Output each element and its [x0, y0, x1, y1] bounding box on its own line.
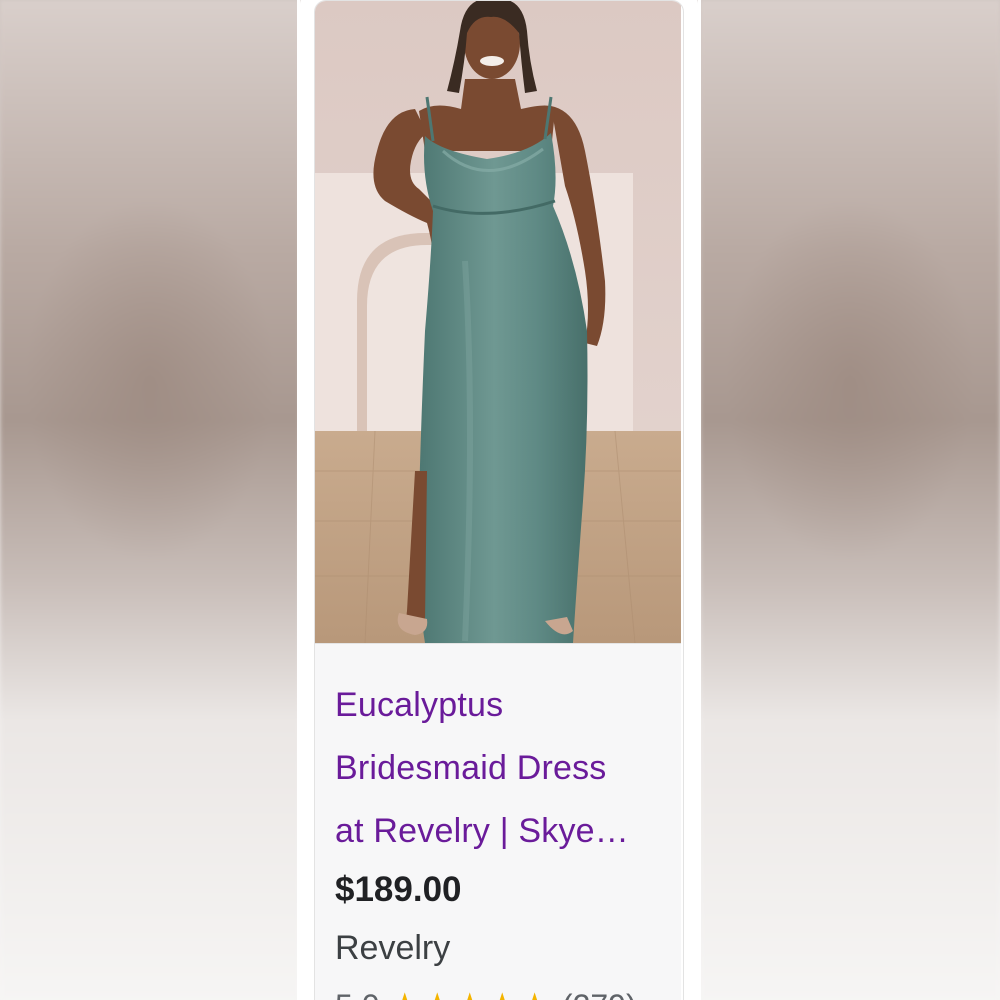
seller-name: Revelry [335, 929, 451, 967]
product-card-inner[interactable]: Eucalyptus Bridesmaid Dress at Revelry |… [314, 0, 684, 1000]
product-card[interactable]: Eucalyptus Bridesmaid Dress at Revelry |… [300, 0, 698, 1000]
rating-value: 5.0 [335, 988, 379, 1000]
product-image[interactable] [315, 1, 681, 643]
screen: Eucalyptus Bridesmaid Dress at Revelry |… [0, 0, 1000, 1000]
star-icon: ★ [422, 987, 454, 1000]
rating-count: (279) [562, 988, 637, 1000]
star-icon: ★ [487, 987, 519, 1000]
product-price: $189.00 [335, 870, 462, 909]
product-info: Eucalyptus Bridesmaid Dress at Revelry |… [315, 643, 681, 1000]
rating-row: 5.0 ★★★★★ (279) [335, 986, 637, 1000]
star-icon: ★ [519, 987, 551, 1000]
card-gap-right [698, 0, 701, 1000]
product-title-link[interactable]: Eucalyptus Bridesmaid Dress at Revelry |… [335, 674, 665, 863]
dress-photo-illustration [315, 1, 681, 643]
blurred-backdrop-right [700, 0, 1000, 1000]
product-title-line[interactable]: Eucalyptus [335, 674, 665, 737]
card-gap-left [297, 0, 300, 1000]
product-title-line[interactable]: at Revelry | Skye… [335, 800, 665, 863]
product-title-line[interactable]: Bridesmaid Dress [335, 737, 665, 800]
blurred-backdrop-left [0, 0, 300, 1000]
star-icon: ★ [389, 987, 421, 1000]
star-icon: ★ [454, 987, 486, 1000]
rating-stars: ★★★★★ [389, 986, 551, 1000]
